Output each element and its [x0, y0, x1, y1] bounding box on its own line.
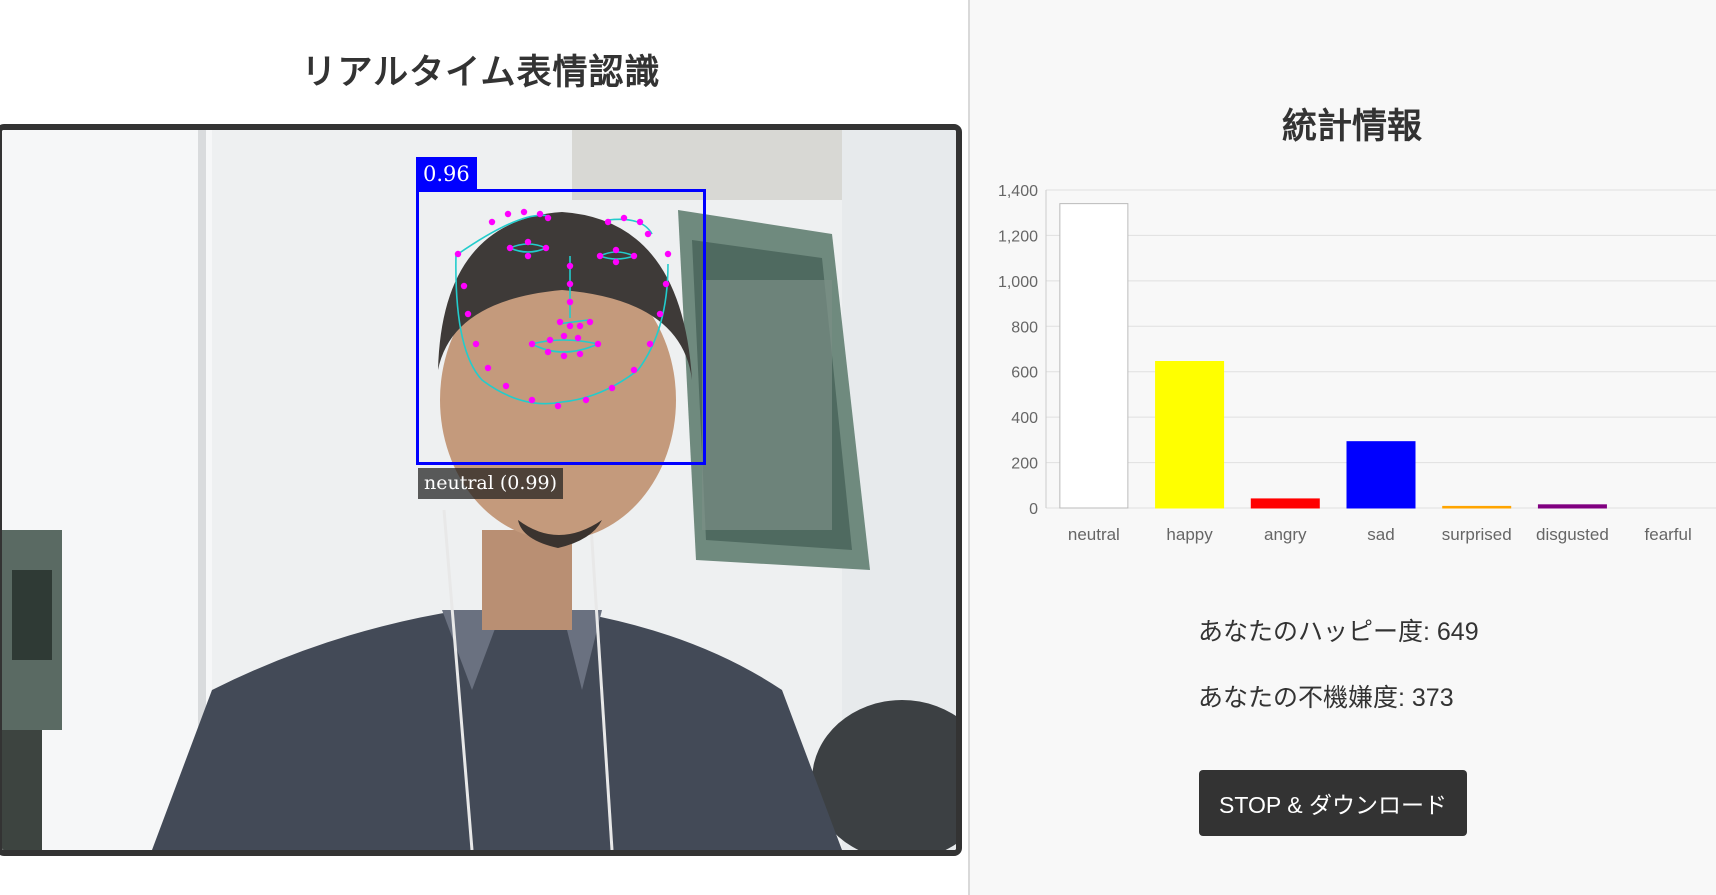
bar-neutral [1059, 203, 1129, 509]
x-tick-label-happy: happy [1166, 525, 1213, 544]
y-tick-label: 600 [1011, 365, 1038, 382]
x-tick-label-angry: angry [1264, 525, 1307, 544]
unhappiness-score: あなたの不機嫌度: 373 [1198, 684, 1454, 712]
bar-disgusted [1537, 504, 1607, 509]
stats-panel: 統計情報 0 200 400 600 800 1,000 1,200 1,400 neutral… [970, 0, 1716, 895]
chart-svg: 0 200 400 600 800 1,000 1,200 1,400 neutral happy… [998, 183, 1716, 544]
y-tick-label: 400 [1011, 410, 1038, 427]
x-tick-label-sad: sad [1367, 525, 1394, 544]
x-tick-label-surprised: surprised [1442, 525, 1512, 544]
y-tick-label: 1,200 [998, 228, 1038, 245]
bar-happy [1155, 360, 1225, 509]
x-tick-label-neutral: neutral [1068, 525, 1120, 544]
stats-title: 統計情報 [1281, 107, 1422, 147]
y-tick-label: 1,400 [998, 183, 1038, 200]
y-tick-label: 0 [1029, 501, 1038, 518]
face-detection-box [416, 189, 706, 465]
y-tick-label: 200 [1011, 456, 1038, 473]
y-tick-label: 800 [1011, 319, 1038, 336]
bar-surprised [1442, 505, 1512, 509]
app-window: リアルタイム表情認識 0.96 neutral (0.99) 統計情報 0 20… [0, 0, 1716, 895]
happiness-score: あなたのハッピー度: 649 [1198, 618, 1479, 646]
detection-score-label: 0.96 [416, 157, 477, 191]
bar-angry [1250, 498, 1320, 509]
camera-panel: リアルタイム表情認識 0.96 neutral (0.99) [0, 0, 968, 895]
x-tick-label-disgusted: disgusted [1536, 525, 1609, 544]
expression-label: neutral (0.99) [418, 468, 564, 499]
x-tick-label-fearful: fearful [1645, 525, 1692, 544]
bar-sad [1346, 441, 1416, 509]
emotion-bar-chart: 0 200 400 600 800 1,000 1,200 1,400 neutral happy… [970, 170, 1716, 560]
page-title: リアルタイム表情認識 [301, 53, 661, 93]
stop-download-button[interactable]: STOP & ダウンロード [1199, 770, 1467, 836]
y-tick-label: 1,000 [998, 274, 1038, 291]
